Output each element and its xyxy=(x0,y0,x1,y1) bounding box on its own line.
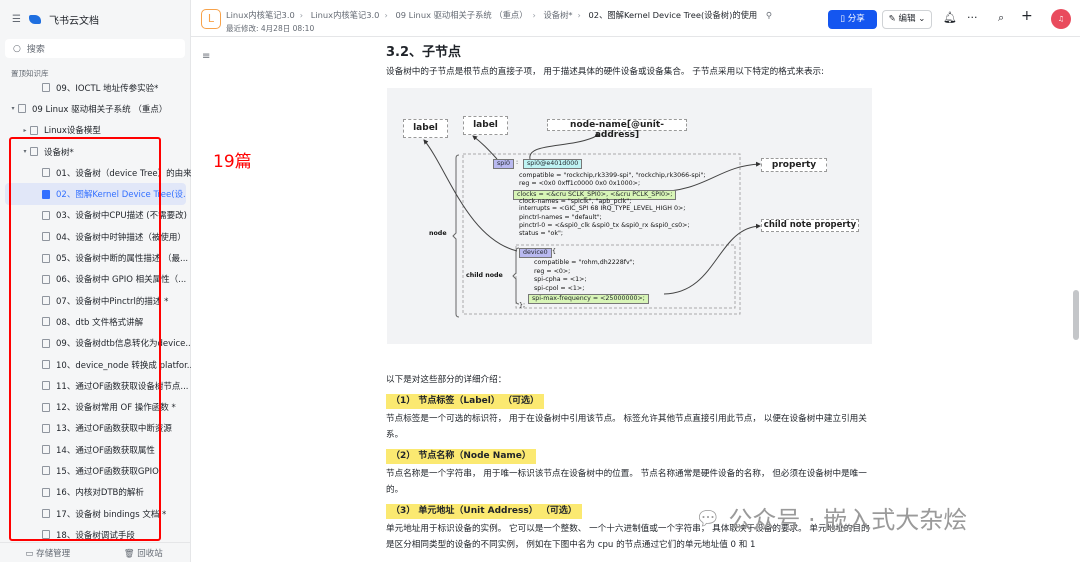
child-property-box: child note property xyxy=(761,219,859,232)
plus-icon[interactable]: + xyxy=(1021,8,1033,24)
breadcrumb-item[interactable]: 09 Linux 驱动相关子系统 （重点） xyxy=(395,10,527,20)
breadcrumb-item[interactable]: Linux内核笔记3.0 xyxy=(311,10,380,20)
storage-button[interactable]: ▭ 存储管理 xyxy=(0,547,96,559)
code-line: pinctrl-names = "default"; xyxy=(519,214,602,221)
breadcrumb-current: 02、图解Kernel Device Tree(设备树)的使用 xyxy=(588,10,758,20)
last-modified: 最近修改: 4月28日 08:10 xyxy=(226,24,315,33)
outline-icon[interactable]: ≡ xyxy=(202,51,210,62)
trash-icon: 🗑︎ xyxy=(123,548,138,559)
doc-icon: L xyxy=(201,9,221,29)
subheading: （3） 单元地址（Unit Address） （可选） xyxy=(386,504,582,519)
count-annotation: 19篇 xyxy=(213,152,252,172)
storage-icon: ▭ xyxy=(25,548,37,559)
share-label: 分享 xyxy=(847,14,865,24)
brand[interactable]: ☰ 飞书云文档 xyxy=(12,12,99,27)
child-code-line: compatible = "rohm,dh2228fv"; xyxy=(534,259,635,266)
code-line: compatible = "rockchip,rk3399-spi", "roc… xyxy=(519,172,706,179)
bell-icon[interactable]: 🔔︎ xyxy=(943,11,957,24)
node-label: node xyxy=(429,230,447,237)
caret-icon[interactable]: ▾ xyxy=(8,105,18,112)
search-icon[interactable]: ⌕ xyxy=(998,11,1004,25)
doc-icon xyxy=(30,125,38,135)
edit-button[interactable]: ✎ 编辑 ⌄ xyxy=(882,10,932,29)
code-line: interrupts = <GIC_SPI 68 IRQ_TYPE_LEVEL_… xyxy=(519,205,686,212)
watermark-text: 公众号 · 嵌入式大杂烩 xyxy=(728,506,968,534)
doc-icon xyxy=(42,83,50,93)
brace: { xyxy=(552,248,557,255)
spi0-tag: spi0 xyxy=(493,159,515,169)
sidebar-item-label: Linux设备模型 xyxy=(44,126,101,137)
node-name-box: node-name[@unit-address] xyxy=(547,119,687,140)
child-code-line: spi-cpol = <1>; xyxy=(534,285,585,292)
child-code-line: }; xyxy=(519,302,526,309)
top-bar: L Linux内核笔记3.0 › Linux内核笔记3.0 › 09 Linux 驱… xyxy=(191,0,1080,37)
doc-icon xyxy=(18,104,26,114)
code-line: status = "ok"; xyxy=(519,230,564,237)
app-name: 飞书云文档 xyxy=(48,16,99,27)
pin-icon[interactable]: ⚲ xyxy=(766,10,772,20)
storage-label: 存储管理 xyxy=(36,548,71,559)
device0-tag: device0 xyxy=(519,248,552,258)
colon: : xyxy=(516,159,519,166)
paragraph: 节点名称是一个字符串， 用于唯一标识该节点在设备树中的位置。 节点名称通常是硬件… xyxy=(386,469,867,495)
sidebar-item[interactable]: 09、IOCTL 地址传参实验* xyxy=(0,77,191,98)
section-heading: 3.2、子节点 xyxy=(386,45,462,60)
sidebar-footer: ▭ 存储管理 🗑︎ 回收站 xyxy=(0,542,191,562)
device-tree-diagram: label label node-name[@unit-address] pro… xyxy=(387,88,872,344)
subheading: （1） 节点标签（Label） （可选） xyxy=(386,394,544,409)
paragraph: 以下是对这些部分的详细介绍： xyxy=(386,375,507,385)
share-icon: ▯ xyxy=(840,14,848,24)
paragraph: 设备树中的子节点是根节点的直接子项， 用于描述具体的硬件设备或设备集合。 子节点… xyxy=(386,67,825,77)
paragraph: 节点标签是一个可选的标识符， 用于在设备树中引用该节点。 标签允许其他节点直接引… xyxy=(386,414,867,440)
sidebar-item-label: 09、IOCTL 地址传参实验* xyxy=(56,83,159,94)
wechat-icon: 💬︎ xyxy=(695,505,721,530)
trash-button[interactable]: 🗑︎ 回收站 xyxy=(96,547,192,559)
caret-icon[interactable]: ▸ xyxy=(20,127,30,134)
avatar[interactable]: ♫ xyxy=(1051,9,1071,29)
child-code-line: spi-max-frequency = <25000000>; xyxy=(528,294,649,304)
breadcrumb-item[interactable]: Linux内核笔记3.0 xyxy=(226,10,295,20)
chevron-down-icon: ⌄ xyxy=(915,14,926,24)
label-box: label xyxy=(463,116,508,135)
trash-label: 回收站 xyxy=(137,548,163,559)
property-box: property xyxy=(761,158,827,172)
code-line: pinctrl-0 = <&spi0_clk &spi0_tx &spi0_rx… xyxy=(519,222,690,229)
breadcrumb: Linux内核笔记3.0 › Linux内核笔记3.0 › 09 Linux 驱动相… xyxy=(226,10,772,20)
more-icon[interactable]: ··· xyxy=(967,11,978,24)
subheading: （2） 节点名称（Node Name） xyxy=(386,449,536,464)
label-box: label xyxy=(403,119,448,138)
feishu-logo-icon xyxy=(28,15,41,24)
sidebar-item[interactable]: ▾ 09 Linux 驱动相关子系统 （重点） xyxy=(0,98,191,119)
child-node-label: child node xyxy=(466,272,503,279)
breadcrumb-item[interactable]: 设备树* xyxy=(544,10,573,20)
watermark: 💬︎ 公众号 · 嵌入式大杂烩 xyxy=(695,500,967,535)
scrollbar[interactable] xyxy=(1073,290,1079,340)
collapse-sidebar-icon[interactable]: ☰ xyxy=(12,14,21,25)
code-line: reg = <0x0 0xff1c0000 0x0 0x1000>; xyxy=(519,180,641,187)
child-code-line: reg = <0>; xyxy=(534,268,571,275)
share-button[interactable]: ▯ 分享 xyxy=(828,10,877,29)
sidebar-item-label: 09 Linux 驱动相关子系统 （重点） xyxy=(32,104,168,115)
search-icon: ○ xyxy=(13,43,21,54)
spi0-address-tag: spi0@e401d000 xyxy=(523,159,583,169)
search-input[interactable]: ○ 搜索 xyxy=(5,39,185,58)
child-code-line: spi-cpha = <1>; xyxy=(534,276,587,283)
document-body: 3.2、子节点 设备树中的子节点是根节点的直接子项， 用于描述具体的硬件设备或设… xyxy=(386,38,872,553)
search-placeholder: 搜索 xyxy=(26,45,45,55)
highlight-box xyxy=(9,137,161,541)
pen-icon: ✎ xyxy=(888,14,899,24)
edit-label: 编辑 xyxy=(898,14,916,24)
sidebar: ☰ 飞书云文档 ○ 搜索 置顶知识库 09、IOCTL 地址传参实验* ▾ 09 L… xyxy=(0,0,191,562)
